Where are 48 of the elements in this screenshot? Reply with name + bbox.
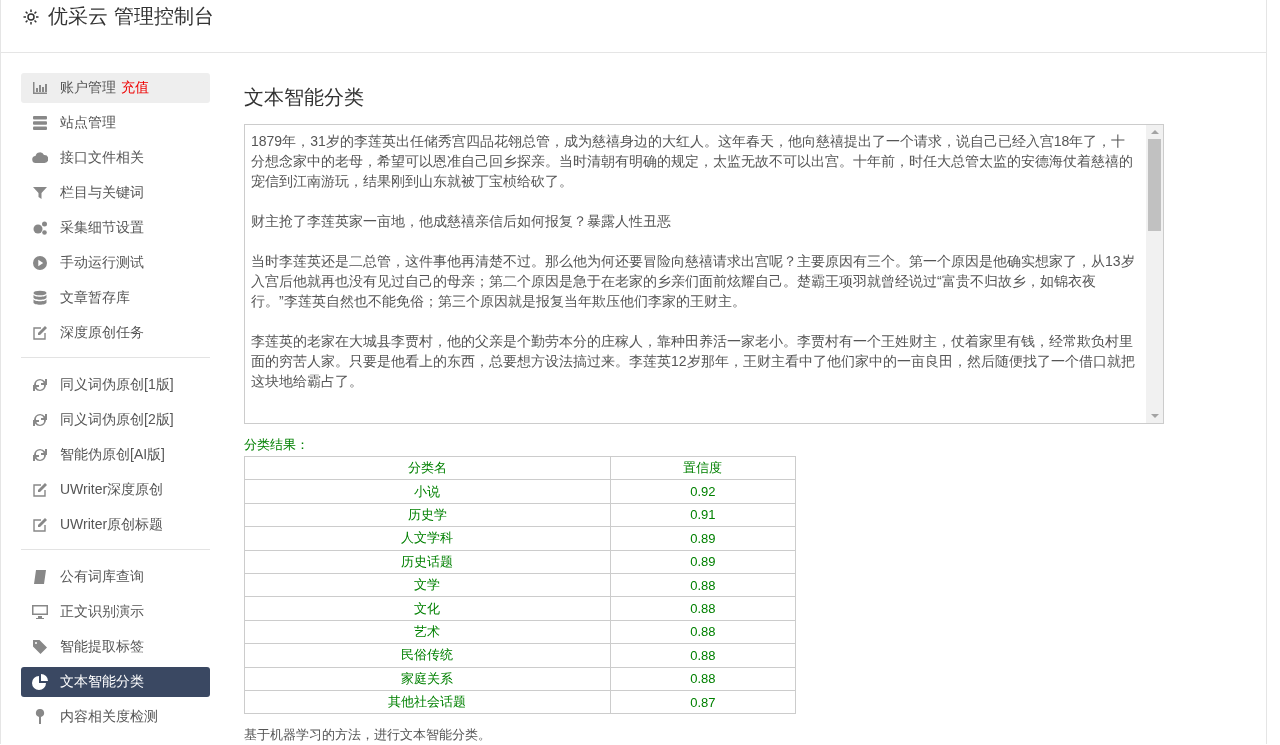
sidebar-item[interactable]: 深度原创任务 xyxy=(21,318,210,348)
table-cell: 0.91 xyxy=(610,503,796,527)
page-heading: 文本智能分类 xyxy=(244,85,364,110)
sidebar-item[interactable]: 内容相关度检测 xyxy=(21,702,210,732)
sidebar-item[interactable]: 正文识别演示 xyxy=(21,597,210,627)
app-title: 优采云 管理控制台 xyxy=(48,4,214,29)
table-cell: 历史话题 xyxy=(244,550,611,574)
sidebar-item[interactable]: 手动运行测试 xyxy=(21,248,210,278)
sidebar-item[interactable]: 栏目与关键词 xyxy=(21,178,210,208)
sidebar-item[interactable]: 账户管理 充值 xyxy=(21,73,210,103)
sidebar-item[interactable]: 采集细节设置 xyxy=(21,213,210,243)
sidebar-item[interactable]: 文本智能分类 xyxy=(21,667,210,697)
table-cell: 0.88 xyxy=(610,573,796,597)
table-cell: 0.88 xyxy=(610,620,796,644)
table-cell: 0.88 xyxy=(610,643,796,667)
table-cell: 人文学科 xyxy=(244,526,611,551)
description-text: 基于机器学习的方法，进行文本智能分类。 xyxy=(244,726,491,745)
sidebar-item[interactable]: 同义词伪原创[1版] xyxy=(21,370,210,400)
column-header: 置信度 xyxy=(610,456,796,480)
sidebar-item[interactable]: 文章暂存库 xyxy=(21,283,210,313)
table-cell: 其他社会话题 xyxy=(244,690,611,714)
sidebar-item[interactable]: 智能提取标签 xyxy=(21,632,210,662)
sidebar-item[interactable]: UWriter原创标题 xyxy=(21,510,210,540)
table-cell: 0.88 xyxy=(610,596,796,621)
paragraph: 李莲英的老家在大城县李贾村，他的父亲是个勤劳本分的庄稼人，靠种田养活一家老小。李贾村有一个王姓财主，仗着家里有钱，经常欺负村里面的穷苦人家。只要是他看上的东西，总要想方设法搞过来。李莲英12岁那年，王财主看中了他们家中的一亩良田，然后随便找了一个借口就把这块地给霸占了。 xyxy=(251,332,1136,391)
column-header: 分类名 xyxy=(244,456,611,480)
sidebar-item[interactable]: 智能伪原创[AI版] xyxy=(21,440,210,470)
table-cell: 文学 xyxy=(244,573,611,597)
table-cell: 民俗传统 xyxy=(244,643,611,667)
table-cell: 0.87 xyxy=(610,690,796,714)
table-cell: 小说 xyxy=(244,479,611,504)
table-cell: 文化 xyxy=(244,596,611,621)
paragraph: 财主抢了李莲英家一亩地，他成慈禧亲信后如何报复？暴露人性丑恶 xyxy=(251,212,672,231)
sidebar-item[interactable]: 同义词伪原创[2版] xyxy=(21,405,210,435)
table-cell: 0.89 xyxy=(610,550,796,574)
sidebar-item[interactable]: 接口文件相关 xyxy=(21,143,210,173)
table-cell: 0.92 xyxy=(610,479,796,504)
sidebar-item[interactable]: UWriter深度原创 xyxy=(21,475,210,505)
paragraph: 1879年，31岁的李莲英出任储秀宫四品花翎总管，成为慈禧身边的大红人。这年春天，他向慈禧提出了一个请求，说自己已经入宫18年了，十分想念家中的老母，希望可以恩准自己回乡探亲。当时清朝有明确的规定，太监无故不可以出宫。十年前，时任大总管太监的安德海仗着慈禧的宠信到江南游玩，结果刚到山东就被丁宝桢给砍了。 xyxy=(251,132,1134,191)
table-cell: 历史学 xyxy=(244,503,611,527)
sidebar-item[interactable]: 公有词库查询 xyxy=(21,562,210,592)
result-label: 分类结果： xyxy=(244,436,309,454)
table-cell: 艺术 xyxy=(244,620,611,644)
table-cell: 0.89 xyxy=(610,526,796,551)
table-cell: 家庭关系 xyxy=(244,667,611,691)
sidebar-item[interactable]: 站点管理 xyxy=(21,108,210,138)
paragraph: 当时李莲英还是二总管，这件事他再清楚不过。那么他为何还要冒险向慈禧请求出宫呢？主要原因有三个。第一个原因是他确实想家了，从13岁入宫后他就再也没有见过自己的母亲；第二个原因是急于在老家的乡亲们面前炫耀自己。楚霸王项羽就曾经说过“富贵不归故乡，如锦衣夜行。”李莲英自然也不能免俗；第三个原因就是报复当年欺压他们李家的王财主。 xyxy=(251,252,1136,311)
table-cell: 0.88 xyxy=(610,667,796,691)
